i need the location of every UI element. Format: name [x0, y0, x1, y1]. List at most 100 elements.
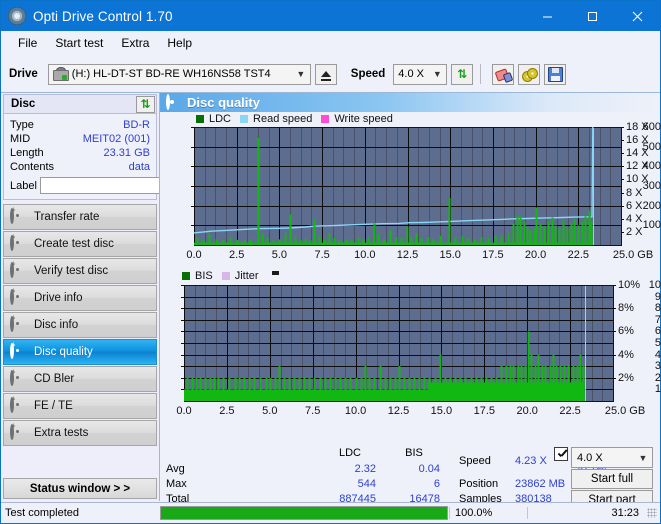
resize-grip-icon[interactable]	[647, 508, 657, 518]
status-window-button[interactable]: Status window > >	[3, 478, 157, 499]
x-axis-tick: 0.0	[176, 405, 192, 417]
speed-select[interactable]: 4.0 X ▼	[393, 63, 448, 85]
disc-row-key: Length	[10, 147, 44, 159]
disc-panel-body: Type BD-R MID MEIT02 (001) Length 23.31 …	[3, 114, 243, 200]
y2-axis-tick: 2%	[618, 371, 634, 384]
chevron-down-icon: ▼	[296, 69, 306, 79]
stats-max-bis: 6	[433, 478, 440, 490]
save-icon	[547, 66, 563, 82]
disc-gauge-icon	[10, 368, 27, 387]
disc-row-key: Type	[10, 119, 34, 131]
y2-axis-tick: 18 X	[626, 121, 649, 133]
progress-percent: 100.0%	[449, 507, 527, 519]
x-axis-tick: 7.5	[305, 405, 321, 417]
refresh-icon: ⇅	[140, 97, 151, 111]
y2-axis-tick: 10 X	[626, 173, 649, 186]
disc-row-key: Contents	[10, 161, 55, 173]
close-button[interactable]	[615, 1, 660, 31]
sidebar-item-label: Verify test disc	[34, 265, 109, 277]
disc-panel-header: Disc ⇅	[3, 94, 157, 114]
speed-label: Speed	[350, 68, 386, 80]
drive-select[interactable]: (H:) HL-DT-ST BD-RE WH16NS58 TST4 ▼	[47, 63, 311, 85]
sidebar-item-label: Disc quality	[34, 346, 93, 358]
stats-panel: LDC BIS Jitter Avg 2.32 0.04 -0.1% Max 5…	[160, 445, 660, 510]
stats-col-bis: BIS	[405, 447, 423, 459]
y2-axis-tick: 8%	[618, 302, 634, 315]
disc-row-contents: Contents data	[10, 160, 150, 174]
x-axis-tick: 5.0	[271, 249, 288, 261]
legend-swatch-write-speed	[321, 114, 330, 123]
disc-row-value: 23.31 GB	[103, 147, 150, 159]
drive-select-value: (H:) HL-DT-ST BD-RE WH16NS58 TST4	[71, 68, 271, 80]
maximize-button[interactable]	[570, 1, 615, 31]
disc-panel-title: Disc	[11, 98, 36, 110]
disc-row-value: BD-R	[123, 119, 150, 131]
y2-axis-tick: 8 X	[626, 186, 643, 199]
chart-ldc-readspeed[interactable]: 100 200 300 400 500 600 2 X4 X6 X8 X 10 X 12 X 14…	[160, 121, 661, 267]
y-axis-tick: 3	[654, 360, 661, 373]
menu-item-start-test[interactable]: Start test	[46, 33, 112, 53]
sidebar-item-fe-te[interactable]: FE / TE	[3, 393, 157, 419]
y2-axis-tick: 14 X	[626, 147, 649, 160]
x-axis-tick: 15.0	[439, 249, 461, 261]
menu-item-help[interactable]: Help	[158, 33, 201, 53]
y2-axis-tick: 6 X	[626, 199, 643, 212]
legend-label-read-speed: Read speed	[253, 112, 313, 125]
sidebar-item-create-test-disc[interactable]: Create test disc	[3, 231, 157, 257]
erase-button[interactable]	[492, 63, 515, 85]
disc-row-type: Type BD-R	[10, 118, 150, 132]
legend-label-write-speed: Write speed	[334, 112, 393, 125]
chart2-legend: BIS Jitter	[160, 269, 279, 282]
window-controls	[525, 1, 660, 31]
sidebar-item-disc-info[interactable]: Disc info	[3, 312, 157, 338]
test-speed-select[interactable]: 4.0 X ▼	[571, 447, 653, 468]
stats-position-label: Position	[459, 478, 499, 490]
y-axis-tick: 6	[654, 325, 661, 338]
chart-svg	[191, 126, 624, 246]
minimize-button[interactable]	[525, 1, 570, 31]
sidebar-item-verify-test-disc[interactable]: Verify test disc	[3, 258, 157, 284]
sidebar-item-drive-info[interactable]: Drive info	[3, 285, 157, 311]
disc-gauge-icon	[10, 314, 27, 333]
start-full-button[interactable]: Start full	[571, 469, 653, 489]
eject-icon	[320, 71, 331, 81]
save-button[interactable]	[544, 63, 567, 85]
menu-item-file[interactable]: File	[9, 33, 46, 53]
stats-avg-bis: 0.04	[418, 463, 440, 475]
sidebar-item-label: Drive info	[34, 292, 83, 304]
sidebar-item-transfer-rate[interactable]: Transfer rate	[3, 204, 157, 230]
refresh-button[interactable]: ⇅	[451, 63, 474, 85]
elapsed-time: 31:23	[527, 507, 647, 519]
chart-bis-jitter[interactable]: 1 2 3 4 5 6 7 8 9 10 2% 4% 6% 8% 10% 0.0 2.5 5.0 7.5 10.0 12…	[160, 279, 661, 423]
y-axis-tick: 1	[654, 383, 661, 396]
disc-row-value: data	[128, 161, 150, 173]
legend-swatch-bis	[182, 271, 190, 280]
sidebar-item-disc-quality[interactable]: Disc quality	[3, 339, 157, 365]
disc-tools-button[interactable]	[518, 63, 541, 85]
y-axis-tick: 4	[654, 348, 661, 361]
stats-max-ldc: 544	[357, 478, 376, 490]
menu-item-extra[interactable]: Extra	[112, 33, 158, 53]
x-axis-tick: 10.0	[344, 405, 367, 417]
legend-label-jitter: Jitter	[234, 269, 259, 282]
stats-avg-ldc: 2.32	[354, 463, 376, 475]
progress-bar	[160, 506, 448, 520]
main-area: Disc ⇅ Type BD-R MID MEIT02 (001) Length…	[1, 93, 661, 510]
sidebar-item-label: Disc info	[34, 319, 79, 331]
refresh-icon: ⇅	[457, 67, 468, 81]
y-axis-tick: 7	[654, 313, 661, 326]
sidebar-item-cd-bler[interactable]: CD Bler	[3, 366, 157, 392]
y-axis-tick: 8	[654, 302, 661, 315]
x-axis-tick: 10.0	[354, 249, 376, 261]
eject-button[interactable]	[314, 63, 337, 85]
sidebar-nav: Transfer rate Create test disc Verify te…	[1, 204, 159, 446]
status-bar: Test completed 100.0% 31:23	[1, 502, 660, 523]
x-axis-tick: 15.0	[430, 405, 453, 417]
x-axis-tick: 25.0 GB	[612, 249, 654, 261]
disc-row-length: Length 23.31 GB	[10, 146, 150, 160]
sidebar-item-extra-tests[interactable]: Extra tests	[3, 420, 157, 446]
x-axis-tick: 25.0 GB	[604, 405, 646, 417]
y2-axis-tick: 6%	[618, 325, 634, 338]
title-bar: Opti Drive Control 1.70	[1, 1, 660, 31]
disc-refresh-button[interactable]: ⇅	[136, 95, 155, 113]
